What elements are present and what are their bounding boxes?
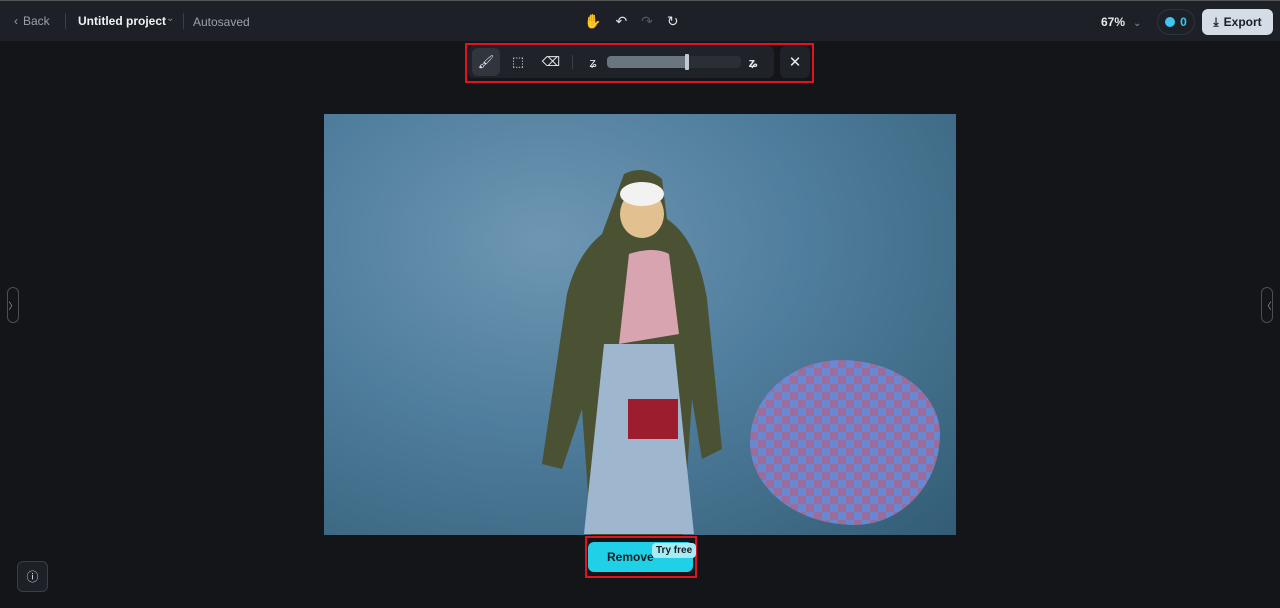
download-icon: ⤓ <box>1213 14 1219 29</box>
brush-size-slider[interactable] <box>607 56 741 68</box>
close-button[interactable]: ✕ <box>780 46 810 78</box>
eraser-icon: ⌫ <box>541 54 561 69</box>
autosave-status: Autosaved <box>193 15 250 29</box>
divider <box>572 55 573 69</box>
divider <box>183 13 184 29</box>
refresh-icon[interactable]: ↻ <box>667 13 679 30</box>
select-area-icon: ⬚ <box>511 54 525 69</box>
large-brush-icon: ʑ <box>748 54 758 70</box>
project-title[interactable]: Untitled project <box>78 14 166 28</box>
brush-tool-button[interactable]: 🖌 <box>472 48 500 76</box>
help-button[interactable]: ⓘ <box>17 561 48 592</box>
divider <box>65 13 66 29</box>
redo-icon[interactable]: ↷ <box>641 13 653 30</box>
chevron-down-icon[interactable]: ⌄ <box>166 13 174 24</box>
top-bar: ‹ Back Untitled project ⌄ Autosaved ✋ ↶ ↷… <box>0 0 1280 41</box>
help-icon: ⓘ <box>26 570 39 584</box>
credits-badge[interactable]: 0 <box>1157 9 1195 35</box>
area-select-button[interactable]: ⬚ <box>504 48 532 76</box>
back-button[interactable]: ‹ Back <box>14 14 50 28</box>
hand-icon[interactable]: ✋ <box>584 13 601 30</box>
slider-handle[interactable] <box>685 54 690 70</box>
left-panel-toggle[interactable]: 〉 <box>7 287 19 323</box>
undo-icon[interactable]: ↶ <box>615 13 627 30</box>
slider-fill <box>607 56 688 68</box>
close-icon: ✕ <box>788 54 802 71</box>
right-panel-toggle[interactable]: 〈 <box>1261 287 1273 323</box>
eraser-button[interactable]: ⌫ <box>537 48 565 76</box>
brush-icon: 🖌 <box>477 54 495 69</box>
export-button[interactable]: ⤓ Export <box>1202 9 1273 35</box>
small-brush-icon: ʑ <box>589 54 597 70</box>
credit-icon <box>1165 17 1176 27</box>
chevron-left-icon: ‹ <box>14 14 18 28</box>
chevron-down-icon: ⌄ <box>1133 18 1142 29</box>
brush-toolbar: 🖌 ⬚ ⌫ ʑ ʑ <box>468 46 774 78</box>
try-free-badge: Try free <box>652 543 697 558</box>
zoom-dropdown[interactable]: 67% ⌄ <box>1101 15 1141 29</box>
